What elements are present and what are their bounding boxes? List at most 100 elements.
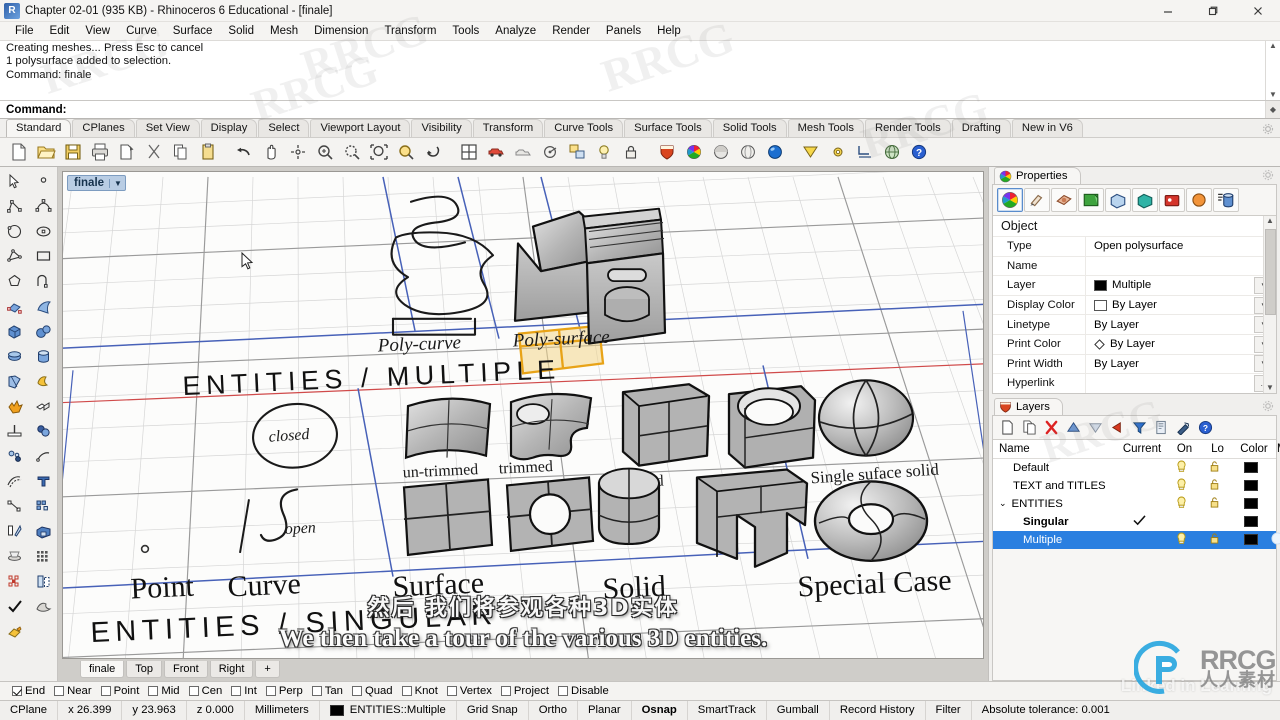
sphere-icon[interactable] <box>29 319 58 344</box>
unlock-icon[interactable] <box>1198 496 1231 512</box>
property-row-hyperlink[interactable]: Hyperlink ... <box>993 373 1276 393</box>
property-row-display-color[interactable]: Display Color By Layer ▼ <box>993 294 1276 315</box>
boolean-icon[interactable] <box>29 369 58 394</box>
viewport-tab-finale[interactable]: finale <box>80 660 125 678</box>
chevron-down-icon[interactable]: ▼ <box>109 178 122 188</box>
toolbar-tab-standard[interactable]: Standard <box>6 119 72 137</box>
light-bulb-icon[interactable] <box>1165 460 1198 476</box>
mirror-icon[interactable] <box>29 569 58 594</box>
toolbar-tab-surface-tools[interactable]: Surface Tools <box>624 119 712 137</box>
checkbox[interactable] <box>148 686 159 696</box>
filter-arrow-icon[interactable] <box>1108 419 1127 436</box>
undo-icon[interactable] <box>230 139 257 165</box>
osnap-near[interactable]: Near <box>50 685 96 697</box>
menu-render[interactable]: Render <box>544 22 598 41</box>
table-row[interactable]: Default <box>993 459 1276 477</box>
status-layer[interactable]: ENTITIES::Multiple <box>320 701 457 720</box>
property-row-layer[interactable]: Layer Multiple ▼ <box>993 275 1276 295</box>
surface-sweep-icon[interactable] <box>29 294 58 319</box>
menu-help[interactable]: Help <box>649 22 689 41</box>
array-icon[interactable] <box>29 494 58 519</box>
filter-icon[interactable] <box>1130 419 1149 436</box>
circle-icon[interactable] <box>0 219 29 244</box>
light-icon[interactable] <box>590 139 617 165</box>
osnap-knot[interactable]: Knot <box>398 685 442 697</box>
osnap-perp[interactable]: Perp <box>262 685 307 697</box>
layer-color-swatch[interactable] <box>1231 534 1271 546</box>
menu-view[interactable]: View <box>77 22 118 41</box>
lock-icon[interactable] <box>617 139 644 165</box>
toolbar-tab-viewport-layout[interactable]: Viewport Layout <box>310 119 411 137</box>
property-value[interactable]: ... <box>1085 374 1276 393</box>
gear-icon[interactable] <box>1262 123 1274 135</box>
layer-color-swatch[interactable] <box>1231 516 1271 528</box>
sun-icon[interactable] <box>1186 188 1212 212</box>
command-prompt-grip[interactable]: ◆ <box>1265 101 1280 118</box>
gear-icon[interactable] <box>824 139 851 165</box>
maximize-button[interactable] <box>1190 0 1235 22</box>
display-icon[interactable] <box>1078 188 1104 212</box>
split-icon[interactable] <box>0 419 29 444</box>
light-bulb-icon[interactable] <box>1165 496 1198 512</box>
zoom-extents-icon[interactable] <box>365 139 392 165</box>
toolbar-tab-visibility[interactable]: Visibility <box>411 119 472 137</box>
column-header-lock[interactable]: Lo <box>1198 443 1231 455</box>
light-bulb-icon[interactable] <box>1165 532 1198 548</box>
control-point-curve-icon[interactable] <box>29 194 58 219</box>
osnap-disable[interactable]: Disable <box>554 685 613 697</box>
checkbox[interactable] <box>558 686 569 696</box>
surface-from-points-icon[interactable] <box>0 294 29 319</box>
status-planar[interactable]: Planar <box>578 701 632 720</box>
zoom-selected-icon[interactable] <box>392 139 419 165</box>
unlock-icon[interactable] <box>1198 532 1231 548</box>
shield-icon[interactable] <box>653 139 680 165</box>
gradient-icon[interactable] <box>0 619 29 644</box>
table-row[interactable]: Multiple <box>993 530 1280 549</box>
trim-icon[interactable] <box>29 419 58 444</box>
column-header-material[interactable]: Ma <box>1271 443 1280 455</box>
checkbox[interactable] <box>351 686 362 696</box>
rectangle-icon[interactable] <box>29 244 58 269</box>
status-ortho[interactable]: Ortho <box>529 701 578 720</box>
box-icon[interactable] <box>0 319 29 344</box>
osnap-int[interactable]: Int <box>227 685 261 697</box>
toolbar-tab-display[interactable]: Display <box>200 119 258 137</box>
osnap-point[interactable]: Point <box>97 685 144 697</box>
toolbar-tab-select[interactable]: Select <box>258 119 310 137</box>
join-icon[interactable] <box>29 394 58 419</box>
polygon-icon[interactable] <box>0 244 29 269</box>
view-icon[interactable] <box>1105 188 1131 212</box>
toolbar-tab-transform[interactable]: Transform <box>472 119 544 137</box>
column-header-current[interactable]: Current <box>1113 443 1165 455</box>
layer-name-cell[interactable]: ⌄ ENTITIES <box>993 498 1113 510</box>
open-folder-icon[interactable] <box>32 139 59 165</box>
zoom-in-icon[interactable] <box>311 139 338 165</box>
table-row[interactable]: ⌄ ENTITIES <box>993 495 1276 513</box>
viewport-tab-right[interactable]: Right <box>209 660 254 678</box>
print-icon[interactable] <box>86 139 113 165</box>
property-value[interactable]: By Layer ▼ <box>1085 334 1276 354</box>
layer-color-swatch[interactable] <box>1231 480 1271 492</box>
menu-solid[interactable]: Solid <box>220 22 262 41</box>
cap-icon[interactable] <box>0 544 29 569</box>
menu-analyze[interactable]: Analyze <box>487 22 544 41</box>
rendered-sphere-icon[interactable] <box>761 139 788 165</box>
table-row[interactable]: Singular <box>993 513 1276 531</box>
gear-icon[interactable] <box>1262 169 1274 181</box>
scroll-up-icon[interactable]: ▲ <box>1266 216 1274 226</box>
texture-mapping-icon[interactable] <box>1051 188 1077 212</box>
environment-icon[interactable] <box>1159 188 1185 212</box>
layer-color-swatch[interactable] <box>1231 498 1271 510</box>
rotate-view-icon[interactable] <box>284 139 311 165</box>
dimension-linear-icon[interactable] <box>0 494 29 519</box>
status-grid-snap[interactable]: Grid Snap <box>457 701 529 720</box>
layer-icon[interactable] <box>563 139 590 165</box>
color-wheel-icon[interactable] <box>680 139 707 165</box>
status-osnap[interactable]: Osnap <box>632 701 688 720</box>
osnap-cen[interactable]: Cen <box>185 685 227 697</box>
osnap-quad[interactable]: Quad <box>348 685 397 697</box>
save-icon[interactable] <box>59 139 86 165</box>
column-header-on[interactable]: On <box>1165 443 1198 455</box>
layers-panel-tab[interactable]: Layers <box>994 397 1063 415</box>
ellipse-icon[interactable] <box>29 219 58 244</box>
